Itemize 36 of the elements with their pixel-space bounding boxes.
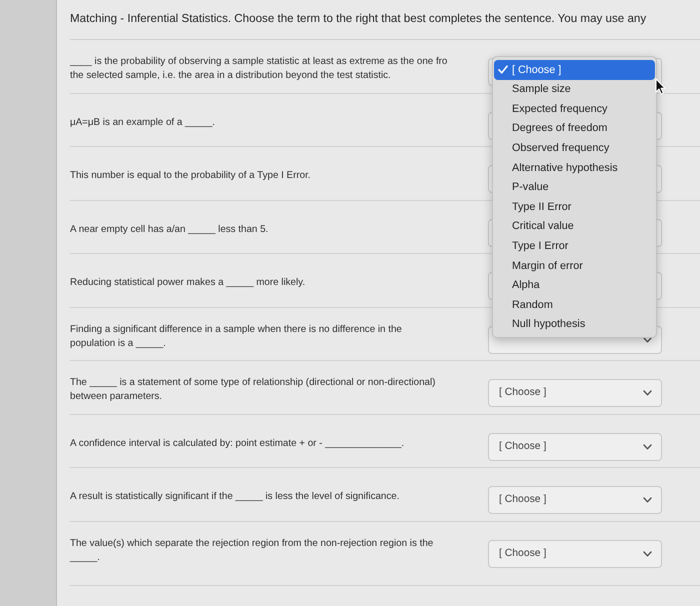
question-text: A result is statistically significant if the _____ is less the level of significance.	[70, 490, 400, 504]
question-text: The value(s) which separate the rejection region from the non-rejection region is the _____.	[70, 536, 434, 564]
menu-option[interactable]: Degrees of freedom	[494, 118, 655, 138]
menu-option[interactable]: Alternative hypothesis	[494, 158, 655, 178]
menu-option[interactable]: Null hypothesis	[494, 314, 655, 334]
menu-option[interactable]: Type II Error	[494, 197, 655, 217]
page-title: Matching - Inferential Statistics. Choose the term to the right that best completes the sentence. You may use any	[70, 12, 648, 26]
checkmark-icon	[498, 65, 508, 74]
choose-dropdown[interactable]: [ Choose ]	[488, 379, 662, 407]
menu-option[interactable]: Expected frequency	[494, 99, 655, 119]
menu-option[interactable]: Critical value	[494, 216, 655, 236]
menu-option[interactable]: Alpha	[494, 276, 655, 296]
menu-option[interactable]: P-value	[494, 178, 655, 198]
question-text: A near empty cell has a/an _____ less than 5.	[70, 222, 268, 236]
question-text: ____ is the probability of observing a sample statistic at least as extreme as the one fro the selected sample, i.e. the area in a distribution beyond the test statistic.	[70, 55, 448, 83]
chevron-down-icon	[643, 444, 652, 450]
question-text: The _____ is a statement of some type of relationship (directional or non-directional) between parameters.	[70, 376, 436, 404]
question-text: This number is equal to the probability of a Type I Error.	[70, 169, 311, 183]
menu-option[interactable]: Type I Error	[494, 236, 655, 256]
chevron-down-icon	[643, 497, 652, 503]
choose-dropdown[interactable]: [ Choose ]	[488, 540, 662, 568]
menu-option[interactable]: Margin of error	[494, 256, 655, 276]
question-text: A confidence interval is calculated by: point estimate + or - ______________.	[70, 436, 404, 450]
question-text: Reducing statistical power makes a _____ more likely.	[70, 276, 306, 290]
menu-option[interactable]: Sample size	[494, 80, 655, 100]
menu-option[interactable]: Observed frequency	[494, 138, 655, 158]
menu-option[interactable]: [ Choose ]	[494, 60, 655, 80]
chevron-down-icon	[643, 390, 652, 396]
question-text: Finding a significant difference in a sample when there is no difference in the population is a _____.	[70, 322, 402, 350]
chevron-down-icon	[643, 550, 652, 556]
choose-dropdown[interactable]: [ Choose ]	[488, 486, 662, 514]
chevron-down-icon	[643, 336, 652, 342]
menu-option[interactable]: Random	[494, 295, 655, 315]
choose-dropdown[interactable]: [ Choose ]	[488, 432, 662, 460]
question-text: μA=μB is an example of a _____.	[70, 116, 215, 130]
mouse-pointer-icon	[655, 78, 666, 95]
